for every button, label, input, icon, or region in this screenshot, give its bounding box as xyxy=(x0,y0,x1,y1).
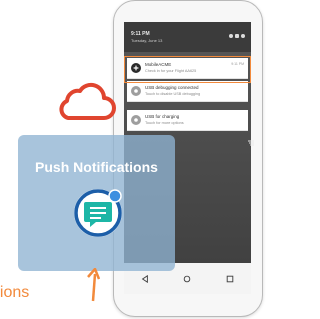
notification-title: USB for charging xyxy=(145,114,180,119)
status-time: 9:11 PM xyxy=(131,31,150,37)
notification-highlight xyxy=(124,56,251,83)
wifi-icon xyxy=(229,34,233,38)
push-notification-icon xyxy=(72,187,124,239)
status-bar: 9:11 PM Tuesday, June 13 xyxy=(124,22,251,52)
notification-usb-debugging[interactable]: USB debugging connected Touch to disable… xyxy=(127,81,248,102)
notification-title: USB debugging connected xyxy=(145,85,199,90)
settings-icon[interactable] xyxy=(241,34,245,38)
clear-all-icon[interactable] xyxy=(247,139,255,147)
status-date: Tuesday, June 13 xyxy=(131,38,163,43)
battery-icon xyxy=(235,34,239,38)
usb-icon xyxy=(131,86,141,96)
back-icon[interactable] xyxy=(140,274,150,284)
usb-icon xyxy=(131,115,141,125)
notification-usb-charging[interactable]: USB for charging Touch for more options xyxy=(127,110,248,131)
stage: 9:11 PM Tuesday, June 13 MobileACME Chec… xyxy=(0,0,270,319)
push-notifications-title: Push Notifications xyxy=(35,159,158,175)
push-notifications-card: Push Notifications xyxy=(18,135,175,271)
badge-dot xyxy=(108,189,122,203)
chat-bubble-icon xyxy=(74,189,122,237)
status-icons xyxy=(229,34,245,38)
home-icon[interactable] xyxy=(182,274,192,284)
arrow-up-icon xyxy=(87,268,100,302)
notification-subtitle: Touch for more options xyxy=(145,121,184,125)
recents-icon[interactable] xyxy=(225,274,235,284)
notification-subtitle: Touch to disable USB debugging xyxy=(145,92,201,96)
cloud-icon xyxy=(59,82,116,120)
bottom-notifications-label: ifications xyxy=(0,284,30,301)
